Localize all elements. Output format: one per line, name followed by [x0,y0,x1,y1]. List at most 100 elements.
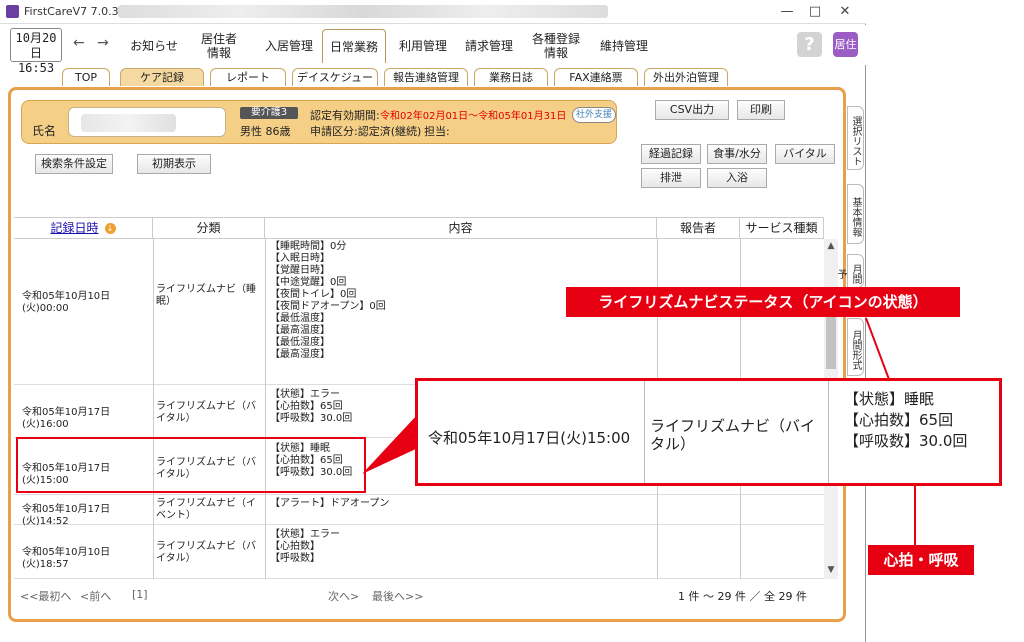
bath-button[interactable]: 入浴 [707,168,767,188]
resident-button[interactable]: 居住 [833,32,858,57]
sort-icon[interactable]: ↓ [104,223,116,234]
content-line: 【状態】エラー [270,529,340,540]
title-bar: FirstCareV7 7.0.320 — □ ✕ [0,0,866,24]
nav-daily-work[interactable]: 日常業務 [322,29,386,63]
current-date: 10月20日 [15,31,57,60]
nav-oshirase[interactable]: お知らせ [122,29,186,63]
col-reporter[interactable]: 報告者 [657,218,740,239]
tab-outing[interactable]: 外出外泊管理 [644,68,728,86]
cert-period-label: 認定有効期間: [310,109,380,122]
pager: <<最初へ <前へ [1] 次へ> 最後へ>> 1 件 ～ 29 件 ／ 全 2… [14,586,844,606]
table-row[interactable]: 令和05年10月10日(火)18:57 ライフリズムナビ（バイタル） 【状態】エ… [14,525,824,579]
sex-age: 男性 86歳 [240,125,291,138]
next-page-link[interactable]: 次へ> [328,588,359,604]
back-arrow-icon[interactable]: ← [73,35,85,51]
progress-record-button[interactable]: 経過記録 [641,144,701,164]
status-annotation-label: ライフリズムナビステータス（アイコンの状態） [566,287,960,317]
col-content[interactable]: 内容 [265,218,657,239]
close-button[interactable]: ✕ [830,3,860,21]
record-datetime-sort-link[interactable]: 記録日時 [50,221,98,235]
scroll-down-icon[interactable]: ▼ [824,565,838,575]
row-datetime: 令和05年10月17日(火)16:00 [22,407,111,430]
tab-report-contact[interactable]: 報告連絡管理 [384,68,468,86]
nav-admission[interactable]: 入居管理 [258,29,320,63]
col-divider [265,239,266,579]
blurred-title-detail [118,5,608,18]
resident-info-card: 氏名 要介護3 男性 86歳 認定有効期間: 令和02年02月01日～令和05年… [21,100,617,144]
row-category: ライフリズムナビ（バイタル） [156,541,256,564]
content-line: 【最高湿度】 [270,349,330,360]
care-record-panel: 氏名 要介護3 男性 86歳 認定有効期間: 令和02年02月01日～令和05年… [8,87,846,622]
date-time-display: 10月20日 16:53 [10,28,62,75]
page-number[interactable]: [1] [132,588,148,601]
table-row[interactable]: 令和05年10月17日(火)14:52 ライフリズムナビ（イベント） 【アラート… [14,495,824,527]
zoom-divider [828,381,829,483]
zoom-resp-rate: 【呼吸数】30.0回 [844,432,968,450]
nav-billing[interactable]: 請求管理 [458,29,520,63]
search-settings-button[interactable]: 検索条件設定 [35,154,113,174]
maximize-button[interactable]: □ [800,3,830,21]
zoom-divider [644,381,645,483]
grid-header: 記録日時 ↓ 分類 内容 報告者 サービス種類 [14,217,824,239]
row-category: ライフリズムナビ（睡眠） [156,284,256,307]
minimize-button[interactable]: — [772,3,802,21]
record-count: 1 件 ～ 29 件 ／ 全 29 件 [678,590,807,603]
content-line: 【最高温度】 [270,325,330,336]
tab-work-diary[interactable]: 業務日誌 [474,68,548,86]
sidetab-selection-list[interactable]: 選択リスト [847,106,864,170]
col-category[interactable]: 分類 [153,218,265,239]
cert-period-value: 令和02年02月01日～令和05年01月31日 [380,111,567,122]
app-window: FirstCareV7 7.0.320 — □ ✕ 10月20日 16:53 ←… [0,0,866,642]
row-content: 【アラート】ドアオープン [270,498,650,510]
meal-water-button[interactable]: 食事/水分 [707,144,767,164]
last-page-link[interactable]: 最後へ>> [372,588,423,604]
row-datetime: 令和05年10月10日(火)00:00 [22,291,111,314]
highlight-row-box [16,437,366,493]
csv-export-button[interactable]: CSV出力 [655,100,729,120]
nav-maintenance[interactable]: 維持管理 [594,29,654,63]
sidetab-monthly-plan[interactable]: 月間予 [835,254,864,288]
content-line: 【入眠日時】 [270,253,330,264]
col-service-type[interactable]: サービス種類 [740,218,824,239]
nav-registration[interactable]: 各種登録 情報 [526,29,586,63]
initial-view-button[interactable]: 初期表示 [137,154,211,174]
vital-button[interactable]: バイタル [775,144,835,164]
print-button[interactable]: 印刷 [737,100,785,120]
sidetab-monthly-format[interactable]: 月間形式 [847,318,864,376]
content-line: 【心拍数】 [270,541,320,552]
zoom-datetime: 令和05年10月17日(火)15:00 [428,429,631,447]
care-level-badge: 要介護3 [240,107,298,119]
zoom-status: 【状態】睡眠 [844,390,935,408]
tab-fax[interactable]: FAX連絡票 [554,68,638,86]
first-page-link[interactable]: <<最初へ [20,588,71,604]
zoom-heart-rate: 【心拍数】65回 [844,411,954,429]
row-content: 【状態】エラー 【心拍数】 【呼吸数】 [270,529,650,565]
zoomed-row-callout: 令和05年10月17日(火)15:00 ライフリズムナビ（バイタル） 【状態】睡… [415,378,1002,486]
scroll-up-icon[interactable]: ▲ [824,241,838,251]
tab-report[interactable]: レポート [210,68,286,86]
nav-usage[interactable]: 利用管理 [392,29,454,63]
resident-name-box [68,107,226,137]
prev-page-link[interactable]: <前へ [80,588,111,604]
blurred-name [81,114,176,132]
col-divider [153,239,154,579]
content-line: 【睡眠時間】0分 [270,241,347,252]
sidetab-basic-info[interactable]: 基本情報 [847,184,864,244]
staff-label: 担当: [424,125,450,138]
help-icon[interactable]: ? [797,32,822,57]
col-record-datetime[interactable]: 記録日時 ↓ [14,218,153,239]
tab-care-record[interactable]: ケア記録 [120,68,204,86]
content-line: 【覚醒日時】 [270,265,330,276]
vitals-annotation-label: 心拍・呼吸 [868,545,974,575]
zoom-content: 【状態】睡眠 【心拍数】65回 【呼吸数】30.0回 [844,389,967,452]
excretion-button[interactable]: 排泄 [641,168,701,188]
forward-arrow-icon[interactable]: → [97,35,109,51]
external-support-badge[interactable]: 社外支援 [572,107,616,123]
nav-resident-info[interactable]: 居住者 情報 [192,29,246,63]
content-line: 【最低湿度】 [270,337,330,348]
tab-top[interactable]: TOP [62,68,110,86]
tab-day-schedule[interactable]: デイスケジュール [292,68,378,101]
main-nav: 10月20日 16:53 ← → お知らせ 居住者 情報 入居管理 日常業務 利… [0,25,866,75]
content-line: 【アラート】ドアオープン [270,498,390,509]
zoom-category: ライフリズムナビ（バイタル） [650,417,816,453]
